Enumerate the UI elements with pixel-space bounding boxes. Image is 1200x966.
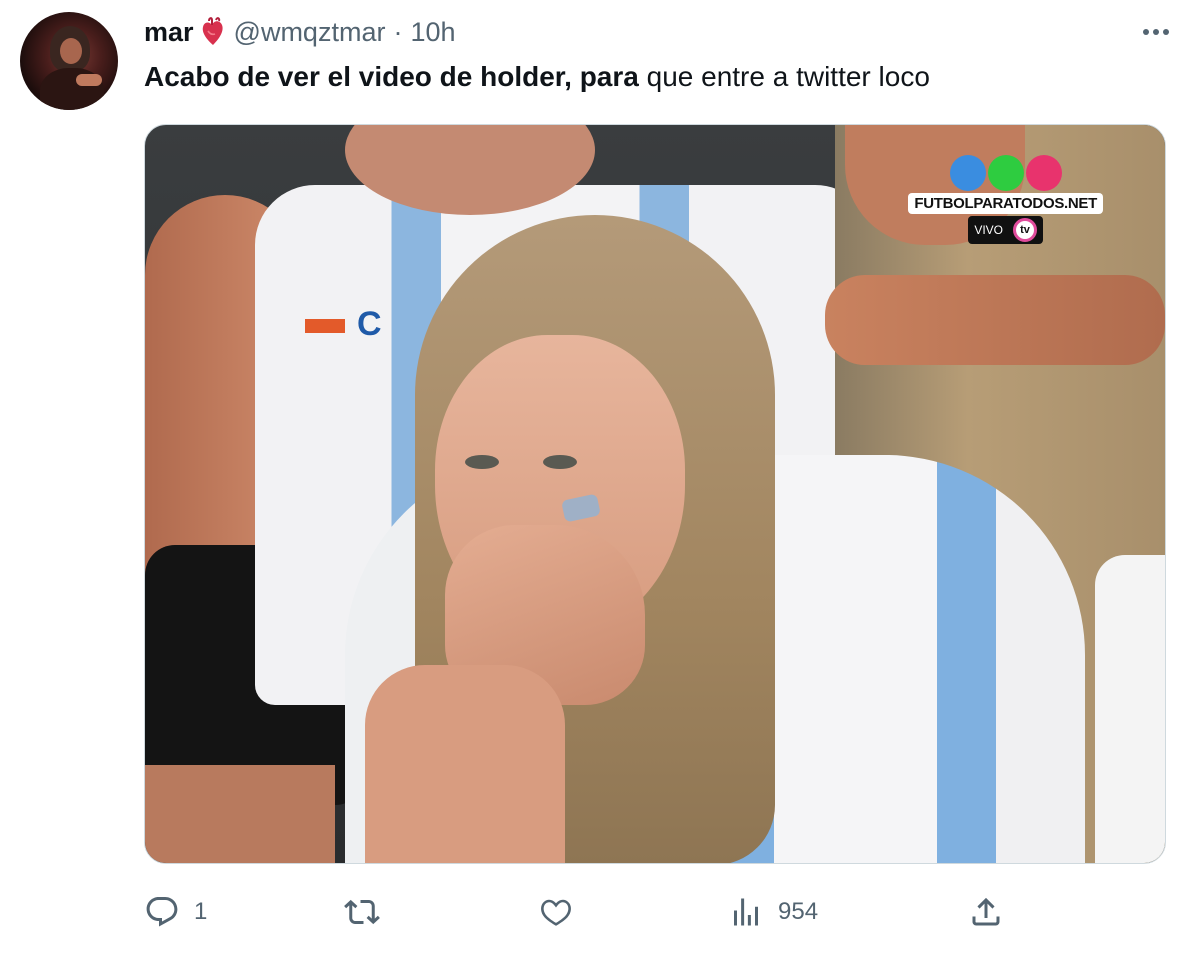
reply-count: 1 (194, 898, 208, 925)
photo-background-knee (145, 765, 335, 863)
tweet-actions: 1 954 (144, 890, 1014, 934)
broadcast-watermark: FUTBOLPARATODOS.NET VIVO tv (908, 155, 1103, 244)
heart-icon (541, 899, 571, 926)
separator-dot: · (393, 16, 403, 47)
photo-girl-arm (365, 665, 565, 863)
author-name[interactable]: mar (144, 17, 194, 48)
tweet-text-bold: Acabo de ver el video de holder, para (144, 61, 639, 92)
views-button[interactable]: 954 (728, 890, 818, 934)
more-dot-icon (1163, 29, 1169, 35)
views-count: 954 (778, 898, 819, 925)
tweet-text-rest: que entre a twitter loco (638, 61, 930, 92)
share-icon (972, 897, 1000, 926)
retweet-button[interactable] (344, 890, 380, 934)
tweet-card[interactable]: mar @wmqztmar · 10h Acabo de ver el vide… (0, 0, 1200, 966)
logo-dot-pink (1025, 155, 1062, 191)
more-dot-icon (1143, 29, 1149, 35)
reply-button[interactable]: 1 (144, 890, 207, 934)
like-button[interactable] (538, 890, 574, 934)
logo-dot-green (987, 155, 1024, 191)
tv-channel-icon: tv (1013, 218, 1038, 242)
author-handle[interactable]: @wmqztmar (234, 17, 386, 48)
retweet-icon (344, 899, 380, 925)
tweet-media-image[interactable]: C FUTBOLPARATODOS.NET VIVO tv (144, 124, 1166, 864)
live-indicator: VIVO tv (968, 216, 1044, 244)
photo-girl-eye (543, 455, 577, 469)
photo-background-white-shirt (1095, 555, 1165, 863)
avatar[interactable] (20, 12, 118, 110)
views-chart-icon (734, 898, 758, 926)
photo-background-arm (825, 275, 1165, 365)
share-button[interactable] (968, 890, 1004, 934)
photo-shirt-logo: C (305, 305, 435, 343)
tweet-timestamp[interactable]: 10h (410, 17, 455, 48)
photo-girl-eye (465, 455, 499, 469)
tweet-text: Acabo de ver el video de holder, para qu… (144, 58, 930, 96)
tweet-header: mar @wmqztmar · 10h (144, 14, 456, 50)
watermark-text: FUTBOLPARATODOS.NET (908, 193, 1103, 214)
more-options-button[interactable] (1136, 14, 1176, 50)
channel-logo-dots (949, 155, 1062, 191)
avatar-hand (76, 74, 102, 86)
logo-dot-blue (949, 155, 986, 191)
avatar-face (60, 38, 82, 64)
reply-icon (146, 897, 178, 927)
anatomical-heart-icon (200, 17, 226, 47)
more-dot-icon (1153, 29, 1159, 35)
live-label: VIVO (974, 223, 1004, 237)
